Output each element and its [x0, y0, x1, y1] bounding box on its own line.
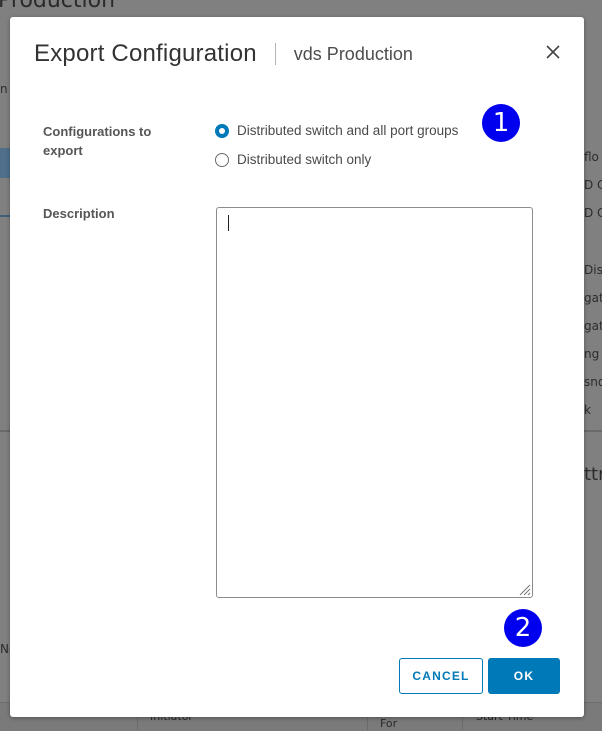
- background-column-header: For: [380, 717, 398, 730]
- background-fragment: gat: [584, 319, 602, 333]
- description-textarea[interactable]: [216, 207, 533, 598]
- background-fragment: D C: [584, 178, 602, 192]
- dialog-title: Export Configuration: [34, 40, 257, 67]
- background-fragment: D C: [584, 206, 602, 220]
- option-switch-and-port-groups[interactable]: Distributed switch and all port groups: [215, 123, 458, 138]
- cancel-button[interactable]: CANCEL: [399, 658, 483, 694]
- background-fragment: ttr: [584, 464, 602, 485]
- dialog-header: Export Configuration vds Production: [34, 37, 564, 71]
- radio-checked-icon[interactable]: [215, 123, 229, 138]
- configurations-label: Configurations to export: [43, 124, 152, 158]
- resize-grip-icon[interactable]: [517, 582, 531, 596]
- step-badge-2: 2: [504, 609, 542, 647]
- text-caret: [228, 215, 229, 231]
- close-icon: [546, 45, 560, 59]
- description-label: Description: [43, 206, 115, 221]
- option-label: Distributed switch only: [237, 152, 372, 167]
- background-fragment: ng: [584, 347, 600, 361]
- background-tab-highlight: [0, 148, 10, 178]
- background-fragment: Disc: [584, 263, 602, 277]
- background-fragment: sno: [584, 375, 602, 389]
- background-page-title: Production: [0, 0, 116, 13]
- step-badge-1: 1: [482, 104, 520, 142]
- option-label: Distributed switch and all port groups: [237, 123, 459, 138]
- radio-unchecked-icon[interactable]: [215, 152, 229, 167]
- background-fragment: n: [0, 82, 8, 96]
- ok-button[interactable]: OK: [488, 658, 560, 694]
- option-switch-only[interactable]: Distributed switch only: [215, 152, 371, 167]
- title-separator: [274, 43, 276, 65]
- background-fragment: k: [584, 403, 591, 417]
- background-fragment: flo: [584, 150, 599, 164]
- dialog-subtitle: vds Production: [293, 43, 413, 64]
- background-tab-underline: [0, 215, 10, 232]
- background-fragment: gat: [584, 291, 602, 305]
- close-button[interactable]: [542, 41, 564, 63]
